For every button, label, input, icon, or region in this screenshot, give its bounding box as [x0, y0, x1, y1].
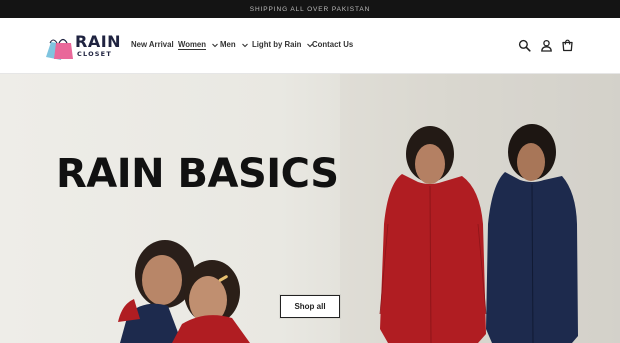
site-header: RAIN CLOSET New Arrival Women Men Light …: [0, 18, 620, 74]
nav-label: Women: [178, 40, 207, 49]
logo-subword: CLOSET: [77, 50, 112, 58]
shopping-bags-icon: [46, 38, 73, 60]
nav-label: Men: [220, 40, 236, 49]
chevron-down-icon: [241, 43, 248, 47]
nav-men[interactable]: Men: [220, 40, 249, 49]
nav-contact-us[interactable]: Contact Us: [312, 40, 353, 49]
logo-word: RAIN: [75, 32, 122, 51]
nav-light-by-rain[interactable]: Light by Rain: [252, 40, 314, 49]
announcement-text: SHIPPING ALL OVER PAKISTAN: [249, 5, 371, 13]
shop-all-button[interactable]: Shop all: [280, 295, 340, 318]
search-icon[interactable]: [518, 39, 531, 52]
nav-label: Light by Rain: [252, 40, 302, 49]
account-icon[interactable]: [540, 39, 553, 52]
nav-women[interactable]: Women: [178, 40, 219, 49]
shop-all-label: Shop all: [294, 302, 326, 311]
logo[interactable]: RAIN CLOSET: [44, 33, 121, 61]
hero-banner: RAIN BASICS Shop all: [0, 74, 620, 343]
nav-label: New Arrival: [131, 40, 174, 49]
nav-new-arrival[interactable]: New Arrival: [131, 40, 174, 49]
hero-title: RAIN BASICS: [56, 151, 339, 197]
announcement-bar: SHIPPING ALL OVER PAKISTAN: [0, 0, 620, 18]
cart-icon[interactable]: [561, 39, 574, 52]
nav-label: Contact Us: [312, 40, 354, 49]
chevron-down-icon: [212, 43, 218, 47]
